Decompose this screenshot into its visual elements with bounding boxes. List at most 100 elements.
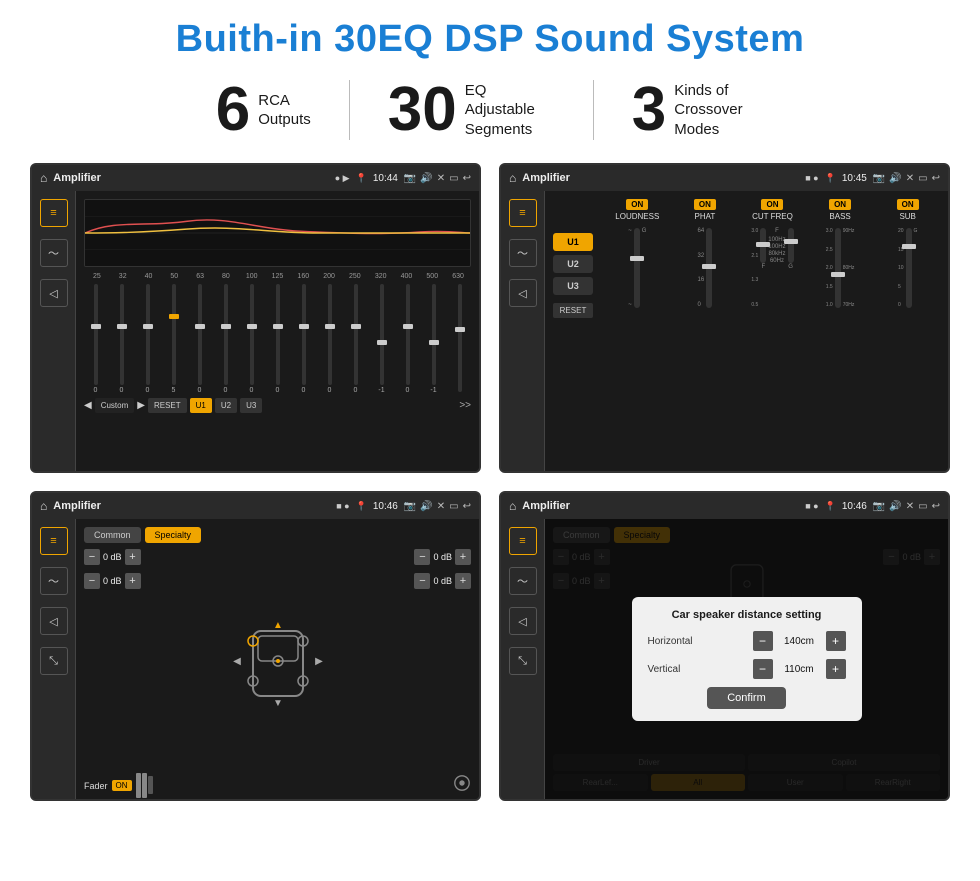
sidebar-eq-icon[interactable]: ≡	[40, 199, 68, 227]
screen1-time: 10:44	[373, 173, 398, 184]
sidebar-wave-icon-4[interactable]: 〜	[509, 567, 537, 595]
vol-minus-1[interactable]: −	[84, 549, 100, 565]
sub-on[interactable]: ON	[897, 199, 919, 210]
u1-button[interactable]: U1	[190, 398, 212, 413]
home-icon[interactable]: ⌂	[40, 171, 47, 185]
channel-bass: ON BASS 3.0 2.5 2.0 1.5 1.0	[808, 199, 873, 463]
tab-common[interactable]: Common	[84, 527, 141, 543]
u2-button[interactable]: U2	[215, 398, 237, 413]
home-icon-2[interactable]: ⌂	[509, 171, 516, 185]
vol-plus-2[interactable]: +	[125, 573, 141, 589]
eq-slider-11[interactable]: -1	[370, 284, 393, 394]
eq-slider-9[interactable]: 0	[318, 284, 341, 394]
cutfreq-on[interactable]: ON	[761, 199, 783, 210]
sidebar-speaker-icon[interactable]: ◁	[40, 279, 68, 307]
vol-plus-3[interactable]: +	[455, 549, 471, 565]
eq-slider-1[interactable]: 0	[110, 284, 133, 394]
vertical-minus[interactable]: −	[753, 659, 773, 679]
eq-slider-7[interactable]: 0	[266, 284, 289, 394]
screen-crossover: ⌂ Amplifier ■ ● 📍 10:46 📷 🔊 ✕ ▭ ↩ ≡ 〜 ◁	[30, 491, 481, 801]
freq-50: 50	[161, 273, 187, 280]
vol-plus-4[interactable]: +	[455, 573, 471, 589]
eq-slider-4[interactable]: 0	[188, 284, 211, 394]
eq-slider-14[interactable]	[448, 284, 471, 394]
channel-loudness: ON LOUDNESS ~~ G	[605, 199, 670, 463]
tab-specialty[interactable]: Specialty	[145, 527, 202, 543]
prev-button[interactable]: ◀	[84, 400, 92, 411]
horizontal-minus[interactable]: −	[753, 631, 773, 651]
bass-slider[interactable]	[835, 228, 841, 308]
reset-button[interactable]: RESET	[148, 398, 187, 413]
vol-minus-2[interactable]: −	[84, 573, 100, 589]
eq-slider-10[interactable]: 0	[344, 284, 367, 394]
sidebar-eq-icon-3[interactable]: ≡	[40, 527, 68, 555]
sidebar-expand-icon[interactable]: ⤡	[40, 647, 68, 675]
horizontal-plus[interactable]: +	[826, 631, 846, 651]
freq-32: 32	[110, 273, 136, 280]
bass-on[interactable]: ON	[829, 199, 851, 210]
vol-row-4: − 0 dB +	[414, 573, 471, 589]
camera-icon-3: 📷	[404, 501, 416, 512]
freq-250: 250	[342, 273, 368, 280]
left-vol-controls: − 0 dB + − 0 dB +	[84, 549, 141, 773]
vol-minus-4[interactable]: −	[414, 573, 430, 589]
sidebar-eq-icon-4[interactable]: ≡	[509, 527, 537, 555]
freq-200: 200	[316, 273, 342, 280]
sidebar-speaker-icon-3[interactable]: ◁	[40, 607, 68, 635]
confirm-button[interactable]: Confirm	[707, 687, 786, 709]
phat-slider[interactable]	[706, 228, 712, 308]
sidebar-speaker-icon-2[interactable]: ◁	[509, 279, 537, 307]
screen3-time: 10:46	[373, 501, 398, 512]
loudness-on[interactable]: ON	[626, 199, 648, 210]
vertical-label: Vertical	[648, 664, 718, 675]
cutfreq-slider-f[interactable]	[760, 228, 766, 263]
preset-u2[interactable]: U2	[553, 255, 593, 273]
preset-reset[interactable]: RESET	[553, 303, 593, 318]
sidebar-wave-icon-3[interactable]: 〜	[40, 567, 68, 595]
freq-100: 100	[239, 273, 265, 280]
eq-slider-0[interactable]: 0	[84, 284, 107, 394]
home-icon-4[interactable]: ⌂	[509, 499, 516, 513]
home-icon-3[interactable]: ⌂	[40, 499, 47, 513]
close-icon: ✕	[437, 173, 445, 184]
sidebar-speaker-icon-4[interactable]: ◁	[509, 607, 537, 635]
back-icon[interactable]: ↩	[463, 173, 471, 184]
sidebar-wave-icon-2[interactable]: 〜	[509, 239, 537, 267]
eq-slider-12[interactable]: 0	[396, 284, 419, 394]
preset-u3[interactable]: U3	[553, 277, 593, 295]
minimize-icon: ▭	[449, 173, 458, 184]
eq-slider-13[interactable]: -1	[422, 284, 445, 394]
expand-arrows[interactable]: >>	[459, 400, 471, 411]
loudness-slider[interactable]	[634, 228, 640, 308]
fader-on-badge: ON	[112, 780, 132, 791]
eq-slider-5[interactable]: 0	[214, 284, 237, 394]
screen1-sidebar: ≡ 〜 ◁	[32, 191, 76, 471]
sidebar-wave-icon[interactable]: 〜	[40, 239, 68, 267]
freq-63: 63	[187, 273, 213, 280]
vol-plus-1[interactable]: +	[125, 549, 141, 565]
screen1-topbar: ⌂ Amplifier ● ▶ 📍 10:44 📷 🔊 ✕ ▭ ↩	[32, 165, 479, 191]
eq-graph	[84, 199, 471, 267]
cutfreq-slider-g[interactable]	[788, 228, 794, 263]
phat-on[interactable]: ON	[694, 199, 716, 210]
sidebar-expand-icon-4[interactable]: ⤡	[509, 647, 537, 675]
next-button[interactable]: ▶	[137, 400, 145, 411]
u3-button[interactable]: U3	[240, 398, 262, 413]
back-icon-2[interactable]: ↩	[932, 173, 940, 184]
eq-slider-8[interactable]: 0	[292, 284, 315, 394]
back-icon-4[interactable]: ↩	[932, 501, 940, 512]
dialog-vertical-row: Vertical − 110cm +	[648, 659, 846, 679]
eq-slider-3[interactable]: 5	[162, 284, 185, 394]
preset-u1[interactable]: U1	[553, 233, 593, 251]
back-icon-3[interactable]: ↩	[463, 501, 471, 512]
sidebar-eq-icon-2[interactable]: ≡	[509, 199, 537, 227]
eq-slider-2[interactable]: 0	[136, 284, 159, 394]
vol-minus-3[interactable]: −	[414, 549, 430, 565]
stat-eq: 30 EQ AdjustableSegments	[350, 79, 593, 141]
settings-icon[interactable]	[453, 774, 471, 797]
minimize-icon-3: ▭	[449, 501, 458, 512]
vol-val-3: 0 dB	[433, 552, 452, 562]
vertical-plus[interactable]: +	[826, 659, 846, 679]
eq-slider-6[interactable]: 0	[240, 284, 263, 394]
sub-slider[interactable]	[906, 228, 912, 308]
